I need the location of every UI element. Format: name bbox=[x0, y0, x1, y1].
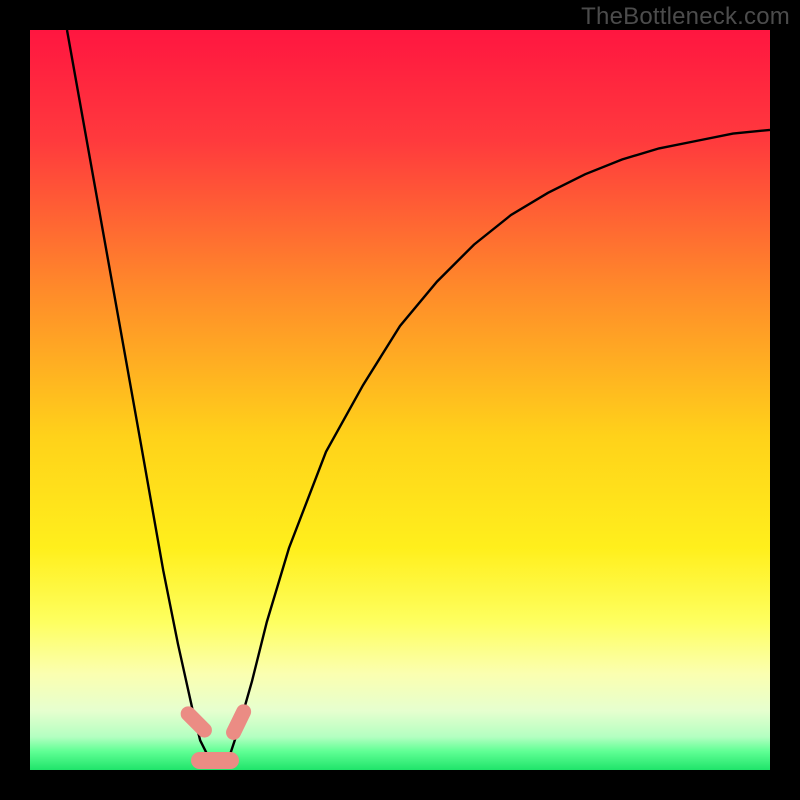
bottleneck-curve bbox=[67, 30, 770, 763]
watermark: TheBottleneck.com bbox=[581, 3, 790, 31]
marker-bottom-bar bbox=[191, 752, 238, 768]
plot-area bbox=[30, 30, 770, 770]
curve-layer bbox=[30, 30, 770, 770]
